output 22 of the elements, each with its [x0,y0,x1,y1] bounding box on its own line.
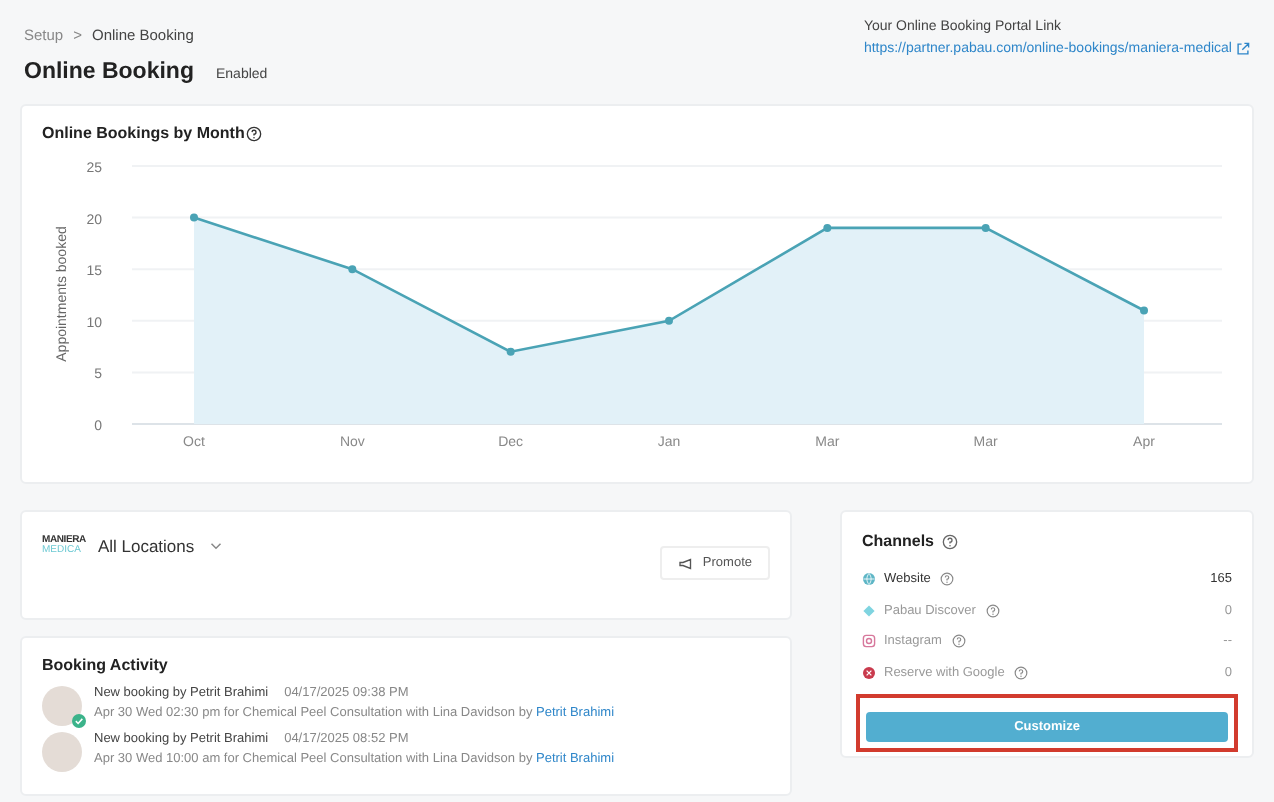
help-icon[interactable] [246,125,263,141]
data-point [981,223,990,232]
data-point [665,316,673,325]
data-point [1140,306,1148,315]
avatar [42,732,82,772]
data-point [190,213,198,222]
data-point [348,265,357,274]
external-link-icon[interactable] [1236,42,1250,56]
location-dropdown[interactable]: All Locations [97,536,223,556]
chart-title: Online Bookings by Month [42,124,245,142]
page-title: Online Booking [24,60,194,84]
caret-icon [210,542,223,550]
camera-icon [862,634,876,649]
section-title: Channels [862,532,935,550]
help-icon[interactable] [942,533,959,549]
data-point [506,347,515,356]
data-point [823,223,832,232]
section-title: Booking Activity [42,656,170,674]
globe-icon [862,572,876,587]
cross-circle-icon [862,665,876,680]
diamond-icon [862,603,876,618]
megaphone-icon [678,557,695,569]
